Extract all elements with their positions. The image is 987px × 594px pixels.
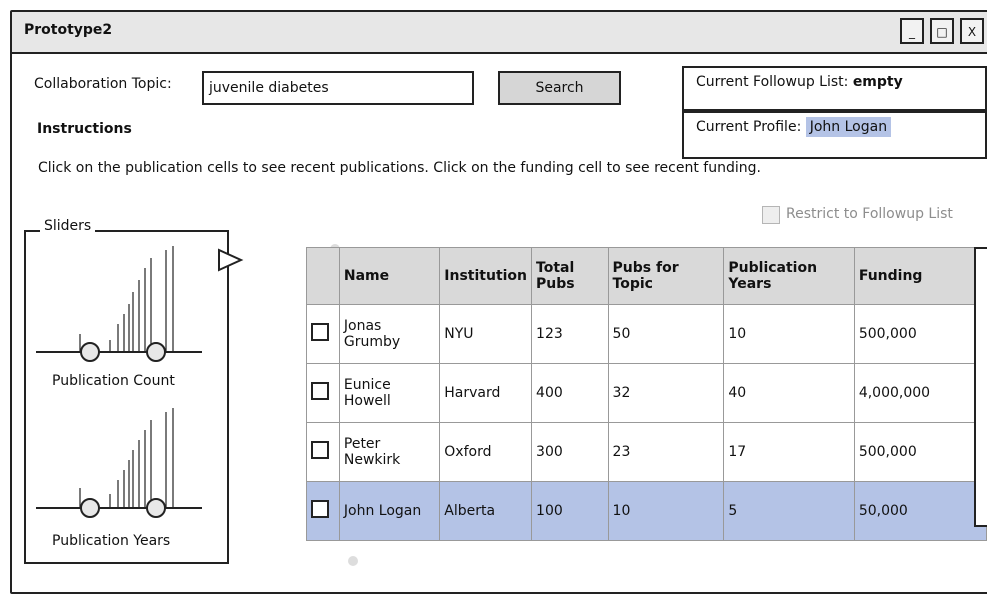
row-select-checkbox[interactable] xyxy=(311,441,329,459)
cell-name: Jonas Grumby xyxy=(338,304,441,364)
column-header-name[interactable]: Name xyxy=(338,247,441,305)
cell-total-pubs[interactable]: 100 xyxy=(531,481,609,541)
instructions-heading: Instructions xyxy=(37,121,132,137)
current-profile-label: Current Profile: xyxy=(696,119,802,135)
column-header-funding[interactable]: Funding xyxy=(853,247,987,305)
cell-total-pubs[interactable]: 123 xyxy=(531,304,609,364)
publication-count-label: Publication Count xyxy=(52,373,175,389)
restrict-followup-label[interactable]: Restrict to Followup List xyxy=(786,206,953,222)
results-table: Name Institution Total Pubs Pubs for Top… xyxy=(306,247,987,541)
cell-publication-years[interactable]: 10 xyxy=(723,304,855,364)
cell-institution: Oxford xyxy=(439,422,533,482)
current-followup-label: Current Followup List: xyxy=(696,74,849,90)
maximize-button[interactable]: □ xyxy=(930,18,954,44)
instructions-text: Click on the publication cells to see re… xyxy=(38,160,761,176)
cell-institution: NYU xyxy=(439,304,533,364)
row-select-cell[interactable] xyxy=(306,304,340,364)
table-row[interactable]: Jonas Grumby NYU 123 50 10 500,000 xyxy=(306,304,987,364)
cell-publication-years[interactable]: 5 xyxy=(723,481,855,541)
cell-pubs-for-topic[interactable]: 32 xyxy=(607,363,725,423)
cell-total-pubs[interactable]: 300 xyxy=(531,422,609,482)
cell-pubs-for-topic[interactable]: 10 xyxy=(607,481,725,541)
min-handle-icon xyxy=(80,498,100,518)
max-handle-icon xyxy=(146,498,166,518)
cell-publication-years[interactable]: 17 xyxy=(723,422,855,482)
cell-name: Peter Newkirk xyxy=(338,422,441,482)
cell-name: Eunice Howell xyxy=(338,363,441,423)
max-handle-icon xyxy=(146,342,166,362)
cell-total-pubs[interactable]: 400 xyxy=(531,363,609,423)
row-select-cell[interactable] xyxy=(306,422,340,482)
collaboration-topic-label: Collaboration Topic: xyxy=(34,76,172,92)
column-header-total-pubs[interactable]: Total Pubs xyxy=(531,247,609,305)
current-profile-value[interactable]: John Logan xyxy=(805,117,892,137)
row-select-cell[interactable] xyxy=(306,363,340,423)
publication-years-label: Publication Years xyxy=(52,533,171,549)
min-handle-icon xyxy=(80,342,100,362)
cell-name: John Logan xyxy=(338,481,441,541)
cell-pubs-for-topic[interactable]: 50 xyxy=(607,304,725,364)
current-profile-panel: Current Profile: John Logan xyxy=(682,111,987,159)
cell-institution: Harvard xyxy=(439,363,533,423)
collaboration-topic-input[interactable]: juvenile diabetes xyxy=(202,71,474,105)
column-header-institution[interactable]: Institution xyxy=(439,247,533,305)
cell-funding[interactable]: 500,000 xyxy=(853,422,987,482)
window-title: Prototype2 xyxy=(24,22,113,38)
drag-handle-icon xyxy=(348,556,358,566)
sliders-toggle-icon[interactable] xyxy=(217,248,245,272)
sliders-legend: Sliders xyxy=(40,218,96,234)
minimize-button[interactable]: _ xyxy=(900,18,924,44)
row-select-cell[interactable] xyxy=(306,481,340,541)
table-row-selected[interactable]: John Logan Alberta 100 10 5 50,000 xyxy=(306,481,987,541)
column-header-pubs-for-topic[interactable]: Pubs for Topic xyxy=(607,247,725,305)
close-button[interactable]: X xyxy=(960,18,984,44)
current-followup-panel: Current Followup List: empty xyxy=(682,66,987,111)
cell-funding[interactable]: 4,000,000 xyxy=(853,363,987,423)
cell-publication-years[interactable]: 40 xyxy=(723,363,855,423)
current-followup-value: empty xyxy=(852,74,903,90)
cell-funding[interactable]: 500,000 xyxy=(853,304,987,364)
row-select-checkbox[interactable] xyxy=(311,382,329,400)
publication-count-slider[interactable] xyxy=(32,244,204,366)
table-row[interactable]: Eunice Howell Harvard 400 32 40 4,000,00… xyxy=(306,363,987,423)
row-select-checkbox[interactable] xyxy=(311,323,329,341)
select-column-header xyxy=(306,247,340,305)
cell-pubs-for-topic[interactable]: 23 xyxy=(607,422,725,482)
search-button[interactable]: Search xyxy=(498,71,621,105)
restrict-followup-checkbox[interactable] xyxy=(762,206,780,224)
table-scrollbar[interactable] xyxy=(974,247,987,527)
table-header-row: Name Institution Total Pubs Pubs for Top… xyxy=(306,247,987,305)
table-row[interactable]: Peter Newkirk Oxford 300 23 17 500,000 xyxy=(306,422,987,482)
cell-institution: Alberta xyxy=(439,481,533,541)
title-bar xyxy=(12,12,987,54)
publication-years-slider[interactable] xyxy=(32,406,204,526)
row-select-checkbox[interactable] xyxy=(311,500,329,518)
column-header-publication-years[interactable]: Publication Years xyxy=(723,247,855,305)
cell-funding[interactable]: 50,000 xyxy=(853,481,987,541)
